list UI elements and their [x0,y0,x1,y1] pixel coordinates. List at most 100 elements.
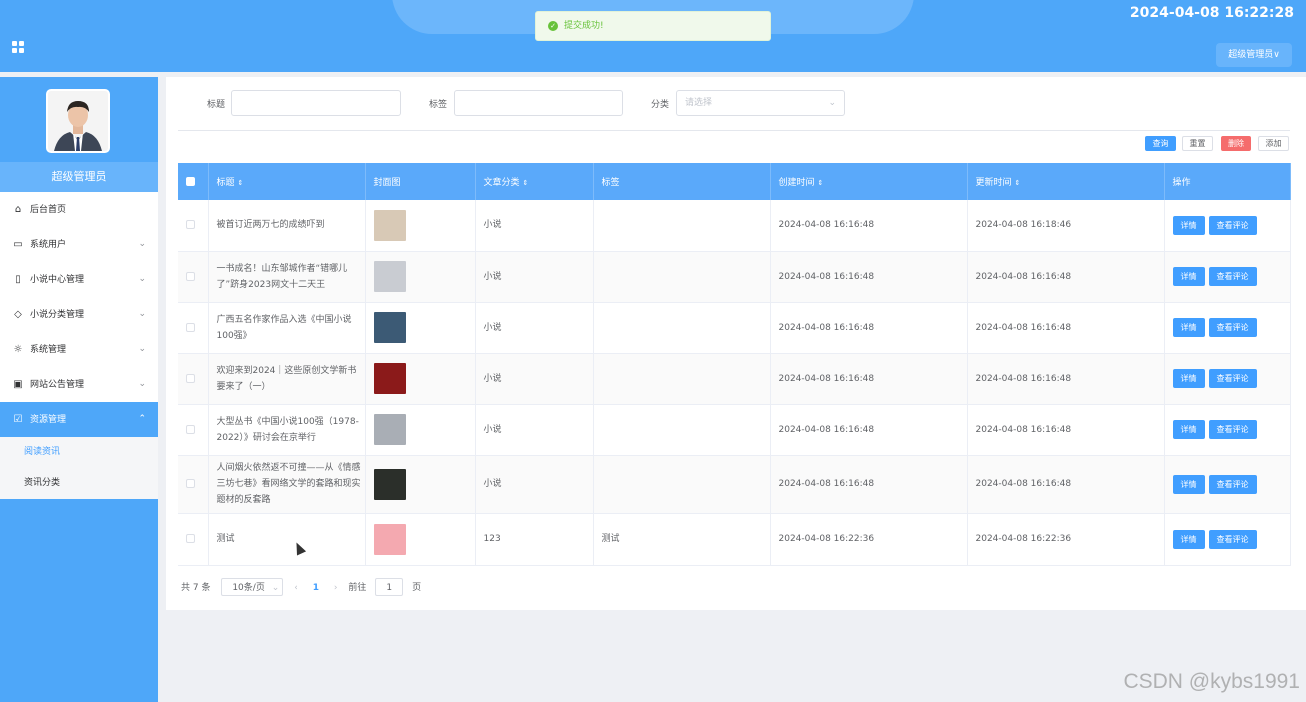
row-select-cell[interactable] [178,513,209,566]
row-category: 小说 [475,251,594,303]
detail-button[interactable]: 详情 [1172,267,1205,286]
sidebar-subitem-reading-news[interactable]: 阅读资讯 [0,437,158,468]
prev-page-icon[interactable]: ‹ [294,583,298,593]
row-title: 人间烟火依然返不可撞——从《情感三坊七巷》看网络文学的套路和现实题材的反套路 [208,455,366,514]
reset-button[interactable]: 重置 [1182,136,1213,151]
chevron-down-icon: ⌄ [138,309,146,319]
column-header-updated[interactable]: 更新时间 ⇕ [967,163,1165,200]
sort-icon[interactable]: ⇕ [1015,179,1021,187]
row-created: 2024-04-08 16:16:48 [770,404,968,456]
sidebar-item-label: 资源管理 [30,415,67,425]
detail-button[interactable]: 详情 [1172,369,1205,388]
row-checkbox[interactable] [186,373,195,383]
query-button[interactable]: 查询 [1145,136,1176,151]
row-category: 小说 [475,302,594,354]
column-header-actions: 操作 [1164,163,1291,200]
page-number[interactable]: 1 [313,583,319,593]
column-header-cover: 封面图 [365,163,476,200]
sort-icon[interactable]: ⇕ [523,179,529,187]
category-select-placeholder: 请选择 [685,98,713,108]
grid-icon[interactable] [12,41,24,53]
sort-icon[interactable]: ⇕ [238,179,244,187]
sidebar-item-system-users[interactable]: ▭ 系统用户 ⌄ [0,227,158,262]
sidebar-item-label: 小说中心管理 [30,275,85,285]
divider [178,130,1290,131]
column-header-created[interactable]: 创建时间 ⇕ [770,163,968,200]
cover-image [373,312,406,343]
detail-button[interactable]: 详情 [1172,529,1205,549]
row-checkbox[interactable] [186,322,195,332]
category-filter-label: 分类 [651,100,670,110]
sun-icon: ☼ [13,344,23,355]
row-checkbox[interactable] [186,271,195,281]
select-all-checkbox[interactable] [186,176,195,186]
row-updated: 2024-04-08 16:22:36 [967,513,1165,566]
category-select[interactable]: 请选择 ⌄ [676,90,845,116]
sort-icon[interactable]: ⇕ [818,179,824,187]
sidebar-item-resources[interactable]: ☑ 资源管理 ⌃ [0,402,158,437]
detail-button[interactable]: 详情 [1172,474,1205,494]
user-dropdown-button[interactable]: 超级管理员∨ [1216,43,1292,67]
delete-button[interactable]: 删除 [1221,136,1251,151]
row-created: 2024-04-08 16:16:48 [770,200,968,252]
cover-image [373,363,406,394]
detail-button[interactable]: 详情 [1172,420,1205,439]
row-title: 被首订近两万七的成绩吓到 [208,200,366,252]
row-checkbox[interactable] [186,534,195,543]
row-actions: 详情 查看评论 [1164,404,1291,456]
tag-filter-input[interactable] [454,90,623,116]
view-comments-button[interactable]: 查看评论 [1208,267,1257,286]
row-actions: 详情 查看评论 [1164,455,1291,514]
row-title: 一书成名！山东邹城作者“错哪儿了”跻身2023网文十二天王 [208,251,366,303]
sidebar-item-system-management[interactable]: ☼ 系统管理 ⌄ [0,332,158,367]
page-unit-label: 页 [412,583,422,593]
table-row: 一书成名！山东邹城作者“错哪儿了”跻身2023网文十二天王 小说 2024-04-0… [178,251,1291,303]
row-select-cell[interactable] [178,251,209,303]
sidebar-item-home[interactable]: ⌂ 后台首页 [0,192,158,227]
next-page-icon[interactable]: › [334,583,338,593]
column-header-title[interactable]: 标题 ⇕ [208,163,366,200]
row-select-cell[interactable] [178,200,209,252]
sidebar-item-novel-category[interactable]: ◇ 小说分类管理 ⌄ [0,297,158,332]
view-comments-button[interactable]: 查看评论 [1208,474,1257,494]
row-checkbox[interactable] [186,220,195,230]
sidebar-item-announcements[interactable]: ▣ 网站公告管理 ⌄ [0,367,158,402]
row-tag [593,251,771,303]
view-comments-button[interactable]: 查看评论 [1208,215,1257,235]
tag-icon: ◇ [14,309,22,320]
sidebar-item-novel-center[interactable]: ▯ 小说中心管理 ⌄ [0,262,158,297]
chevron-down-icon: ⌄ [828,98,836,108]
row-title: 测试 [208,513,366,566]
row-select-cell[interactable] [178,455,209,514]
page-size-select[interactable]: 10条/页 ⌄ [221,578,284,596]
row-cover-cell [365,251,476,303]
view-comments-button[interactable]: 查看评论 [1208,420,1257,439]
add-button[interactable]: 添加 [1258,136,1289,151]
row-select-cell[interactable] [178,353,209,405]
view-comments-button[interactable]: 查看评论 [1208,318,1257,337]
row-tag [593,404,771,456]
title-filter-input[interactable] [231,90,401,116]
row-checkbox[interactable] [186,479,195,488]
detail-button[interactable]: 详情 [1172,215,1205,235]
detail-button[interactable]: 详情 [1172,318,1205,337]
row-cover-cell [365,200,476,252]
row-cover-cell [365,455,476,514]
column-header-category[interactable]: 文章分类 ⇕ [475,163,594,200]
inbox-icon: ▣ [13,379,23,390]
select-all-cell[interactable] [178,163,209,200]
chevron-up-icon: ⌃ [138,414,146,424]
sidebar-item-label: 网站公告管理 [30,380,85,390]
row-cover-cell [365,302,476,354]
bookmark-icon: ▯ [15,274,21,285]
row-select-cell[interactable] [178,404,209,456]
row-select-cell[interactable] [178,302,209,354]
view-comments-button[interactable]: 查看评论 [1208,369,1257,388]
row-cover-cell [365,404,476,456]
sidebar-subitem-news-category[interactable]: 资讯分类 [0,468,158,499]
row-updated: 2024-04-08 16:16:48 [967,455,1165,514]
row-updated: 2024-04-08 16:16:48 [967,353,1165,405]
view-comments-button[interactable]: 查看评论 [1208,529,1257,549]
goto-page-input[interactable]: 1 [375,578,404,596]
row-checkbox[interactable] [186,424,195,434]
